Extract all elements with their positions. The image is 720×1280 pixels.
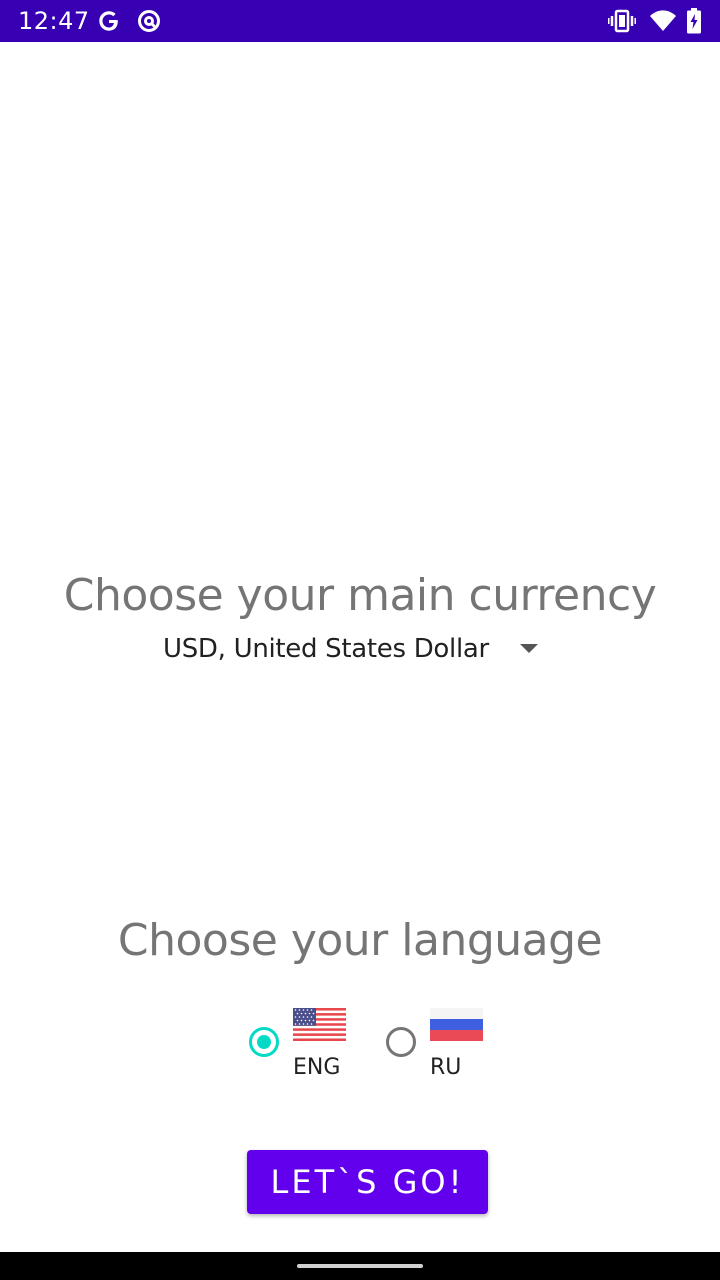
lang-label-ru: RU [430, 1055, 462, 1080]
battery-icon [686, 8, 702, 39]
lets-go-button[interactable]: LET`S GO! [247, 1150, 488, 1214]
google-icon [96, 8, 122, 39]
setup-screen: 12:47 Choose your main currency USD, Uni… [0, 0, 720, 1280]
language-title: Choose your language [117, 915, 603, 966]
lang-label-eng: ENG [293, 1055, 341, 1080]
navigation-bar [0, 1252, 720, 1280]
status-time: 12:47 [18, 7, 90, 35]
data-saver-icon [136, 8, 162, 39]
us-flag-icon [293, 1008, 346, 1041]
russia-flag-icon [430, 1008, 483, 1041]
radio-eng[interactable] [249, 1027, 279, 1057]
currency-dropdown[interactable]: USD, United States Dollar [150, 628, 550, 672]
currency-title: Choose your main currency [63, 570, 657, 621]
radio-ru[interactable] [386, 1027, 416, 1057]
home-handle[interactable] [297, 1264, 423, 1268]
vibrate-icon [607, 8, 637, 39]
dropdown-arrow-icon [520, 644, 538, 653]
currency-selected-value: USD, United States Dollar [163, 634, 489, 664]
wifi-icon [649, 8, 677, 39]
status-bar: 12:47 [0, 0, 720, 42]
